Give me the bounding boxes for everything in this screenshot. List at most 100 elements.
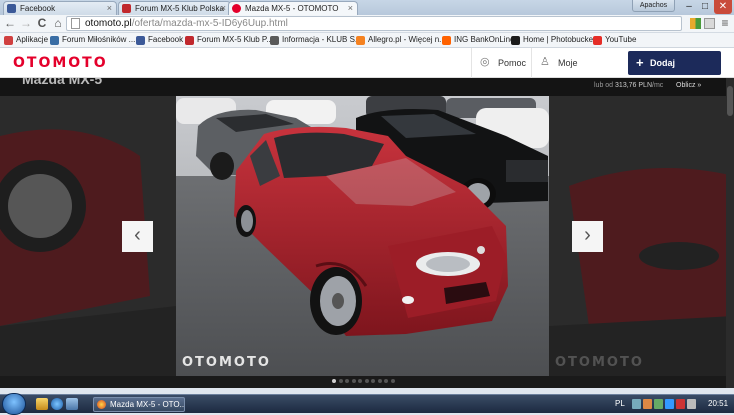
tray-app-icon[interactable] [654,399,663,409]
browser-toolbar: ← → C ⌂ otomoto.pl/oferta/mazda-mx-5-ID6… [0,15,734,33]
bookmark-allegro[interactable]: Allegro.pl - Więcej n... [356,35,446,45]
extension-2-icon[interactable] [704,18,715,29]
url-host: otomoto.pl [85,18,132,29]
bookmark-label: Facebook [148,35,184,44]
tab-close-icon[interactable]: × [348,3,353,13]
ie-icon[interactable] [51,398,63,410]
profile-user-badge[interactable]: Apachos [632,0,675,12]
page-icon [270,36,279,45]
gallery: Mazda MX-5 lub od 313,76 PLN/mc Oblicz »… [0,78,734,388]
forum-icon [185,36,194,45]
bookmarks-bar: Aplikacje Forum Miłośników ... Facebook … [0,33,734,48]
explorer-icon[interactable] [36,398,48,410]
price-value: 313,76 PLN [615,82,653,89]
main-photo[interactable]: OTOMOTO [176,96,549,376]
tray-network-icon[interactable] [632,399,641,409]
bookmark-ing[interactable]: ING BankOnLine [442,35,514,45]
bookmark-label: Allegro.pl - Więcej n... [368,35,446,44]
car-photo-main [176,96,549,376]
bookmark-apps[interactable]: Aplikacje [4,35,48,45]
price-prefix: lub od [594,82,614,89]
site-header: OTOMOTO ◎ Pomoc ♙ Moje OTOMOTO + Dodaj o… [0,48,734,98]
show-desktop-icon[interactable] [66,398,78,410]
tab-label: Facebook [20,4,56,13]
tab-label: Mazda MX-5 - OTOMOTO [245,4,339,13]
forum-icon [122,4,131,13]
url-path: /oferta/mazda-mx-5-ID6y6Uup.html [131,18,288,29]
tray-flag-icon[interactable] [676,399,685,409]
gallery-dot[interactable] [345,379,349,383]
tab-facebook[interactable]: Facebook × [3,1,117,15]
bookmark-photobucket[interactable]: Home | Photobucket [511,35,596,45]
gallery-dot[interactable] [384,379,388,383]
maximize-button[interactable]: □ [698,0,712,14]
page-scrollbar[interactable] [726,78,734,388]
gallery-dot[interactable] [390,379,395,383]
help-icon: ◎ [480,56,490,68]
language-indicator[interactable]: PL [615,399,625,408]
tray-security-icon[interactable] [643,399,652,409]
scrollbar-thumb[interactable] [727,86,733,116]
extension-icon[interactable] [690,18,701,29]
bookmark-label: Forum MX-5 Klub P... [197,35,273,44]
youtube-icon [593,36,602,45]
ing-icon [442,36,451,45]
help-link[interactable]: ◎ Pomoc [471,48,531,78]
address-bar[interactable]: otomoto.pl/oferta/mazda-mx-5-ID6y6Uup.ht… [66,16,682,31]
add-listing-button[interactable]: + Dodaj ogłoszenie [628,51,721,92]
clock[interactable]: 20:51 [708,399,728,408]
tray-volume-icon[interactable] [687,399,696,409]
watermark: OTOMOTO [182,355,271,370]
gallery-dot[interactable] [338,379,343,383]
bookmark-forum-milosnikow[interactable]: Forum Miłośników ... [50,35,136,45]
close-window-button[interactable]: ✕ [714,0,732,14]
gallery-dot[interactable] [364,379,369,383]
watermark: OTOMOTO [555,355,644,370]
help-label: Pomoc [498,58,527,68]
calculate-link[interactable]: Oblicz » [676,82,701,89]
bookmark-label: YouTube [605,35,637,44]
plus-icon: + [636,55,644,70]
user-icon: ♙ [540,56,550,68]
bookmark-label: Home | Photobucket [523,35,596,44]
chrome-icon [97,400,106,409]
gallery-dot[interactable] [358,379,362,383]
facebook-icon [7,4,16,13]
home-button[interactable]: ⌂ [51,16,65,30]
bookmark-klub[interactable]: Informacja - KLUB S... [270,35,362,45]
forward-button[interactable]: → [19,16,33,30]
otomoto-icon [232,4,241,13]
price-suffix: /mc [652,82,664,89]
photobucket-icon [511,36,520,45]
next-photo-button[interactable]: › [572,221,603,252]
bookmark-forum-mx5[interactable]: Forum MX-5 Klub P... [185,35,273,45]
bookmark-label: Informacja - KLUB S... [282,35,362,44]
gallery-dot[interactable] [377,379,382,383]
tab-close-icon[interactable]: × [107,3,112,13]
gallery-dot[interactable] [351,379,356,383]
my-account-link[interactable]: ♙ Moje OTOMOTO [531,48,625,98]
bookmark-label: Forum Miłośników ... [62,35,136,44]
tab-otomoto[interactable]: Mazda MX-5 - OTOMOTO × [228,1,358,15]
minimize-button[interactable]: – [682,0,696,14]
reload-button[interactable]: C [35,16,49,30]
menu-icon[interactable]: ≡ [718,16,732,30]
bookmark-youtube[interactable]: YouTube [593,35,637,45]
gallery-dot[interactable] [371,379,375,383]
tab-close-icon[interactable]: × [221,3,226,13]
browser-titlebar: Facebook × Forum MX-5 Klub Polska × Mazd… [0,0,734,15]
start-button[interactable] [2,393,26,415]
taskbar-chrome-item[interactable]: Mazda MX-5 - OTO... [93,397,185,412]
tray-app-2-icon[interactable] [665,399,674,409]
gallery-dot[interactable] [332,379,336,383]
otomoto-logo[interactable]: OTOMOTO [13,55,108,71]
tab-forum-mx5[interactable]: Forum MX-5 Klub Polska × [118,1,231,15]
prev-photo-button[interactable]: ‹ [122,221,153,252]
facebook-icon [136,36,145,45]
bookmark-facebook[interactable]: Facebook [136,35,184,45]
windows-taskbar: Mazda MX-5 - OTO... PL 20:51 [0,393,734,415]
gallery-pagination [332,379,402,385]
back-button[interactable]: ← [3,16,17,30]
allegro-icon [356,36,365,45]
listing-subheader: Mazda MX-5 lub od 313,76 PLN/mc Oblicz » [0,78,734,96]
